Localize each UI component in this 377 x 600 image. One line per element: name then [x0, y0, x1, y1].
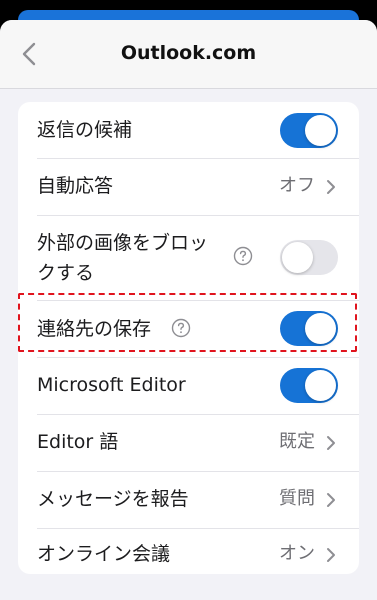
row-microsoft-editor: Microsoft Editor	[18, 358, 359, 414]
row-value: 既定	[279, 431, 315, 452]
highlight-box	[18, 293, 357, 352]
toggle-knob	[305, 370, 336, 401]
toggle-knob	[305, 115, 336, 146]
toggle-knob	[282, 242, 313, 273]
row-report-message[interactable]: メッセージを報告 質問	[18, 472, 359, 528]
chevron-right-icon	[327, 548, 335, 562]
chevron-right-icon	[327, 493, 335, 507]
row-label-line1: 外部の画像をブロッ	[37, 232, 209, 254]
reply-suggestions-toggle[interactable]	[280, 113, 338, 148]
question-circle-icon[interactable]	[233, 246, 253, 266]
row-value: オン	[279, 543, 315, 564]
row-label: メッセージを報告	[37, 488, 189, 510]
row-label-line2: クする	[37, 262, 95, 284]
navigation-bar: Outlook.com	[0, 20, 377, 89]
row-editor-language[interactable]: Editor 語 既定	[18, 415, 359, 471]
chevron-right-icon	[327, 436, 335, 450]
block-external-images-toggle[interactable]	[280, 240, 338, 275]
row-label: オンライン会議	[37, 543, 171, 565]
row-online-meeting[interactable]: オンライン会議 オン	[18, 529, 359, 574]
row-label: 返信の候補	[37, 119, 133, 141]
chevron-right-icon	[327, 180, 335, 194]
row-value: 質問	[279, 488, 315, 509]
microsoft-editor-toggle[interactable]	[280, 368, 338, 403]
row-label: Editor 語	[37, 431, 119, 453]
page-title: Outlook.com	[120, 42, 257, 64]
row-auto-reply[interactable]: 自動応答 オフ	[18, 159, 359, 215]
row-label: 自動応答	[37, 175, 114, 197]
row-label: Microsoft Editor	[37, 374, 186, 396]
row-block-external-images: 外部の画像をブロッ クする	[18, 216, 359, 300]
row-value: オフ	[279, 175, 315, 196]
row-reply-suggestions: 返信の候補	[18, 102, 359, 158]
